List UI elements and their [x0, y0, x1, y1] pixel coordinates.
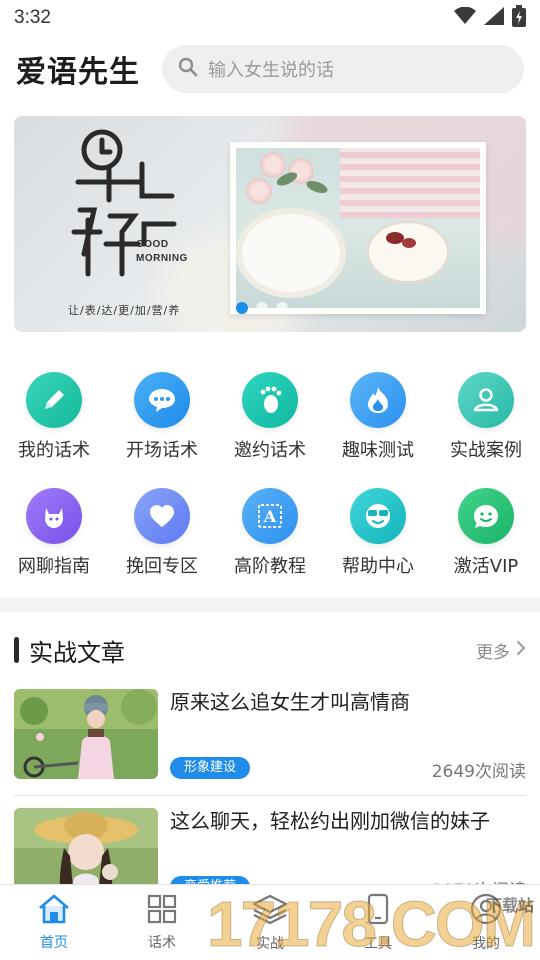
article-item[interactable]: 原来这么追女生才叫高情商 形象建设 2649次阅读 [14, 689, 526, 782]
chat-bubble-icon [134, 372, 190, 428]
nav-home[interactable]: 首页 [0, 894, 108, 952]
nav-scripts[interactable]: 话术 [108, 894, 216, 952]
status-time: 3:32 [14, 7, 51, 28]
section-title: 实战文章 [29, 638, 125, 667]
menu-item-my-scripts[interactable]: 我的话术 [0, 372, 108, 488]
section-header: 实战文章 更多 [0, 630, 540, 670]
bottom-navigation: 首页 话术 实战 工具 我的 [0, 884, 540, 960]
smile-chat-icon [458, 488, 514, 544]
signal-icon [484, 7, 504, 29]
feature-row: 网聊指南 挽回专区 A 高阶教程 帮助中心 激活VIP [0, 488, 540, 604]
nav-practice[interactable]: 实战 [216, 893, 324, 953]
status-icons [454, 5, 526, 31]
phone-icon [366, 893, 390, 929]
user-hand-icon [458, 372, 514, 428]
glasses-face-icon [350, 488, 406, 544]
menu-item-advanced-tutorial[interactable]: A 高阶教程 [216, 488, 324, 604]
menu-item-help-center[interactable]: 帮助中心 [324, 488, 432, 604]
cat-icon [26, 488, 82, 544]
menu-item-activate-vip[interactable]: 激活VIP [432, 488, 540, 604]
search-input[interactable]: 输入女生说的话 [162, 45, 524, 93]
wifi-icon [454, 6, 476, 29]
article-tag: 形象建设 [170, 757, 251, 779]
article-thumbnail [14, 689, 158, 779]
menu-item-real-cases[interactable]: 实战案例 [432, 372, 540, 488]
carousel-dot[interactable] [236, 302, 248, 314]
letter-a-icon: A [242, 488, 298, 544]
footprint-icon [242, 372, 298, 428]
heart-icon [134, 488, 190, 544]
chevron-right-icon [516, 640, 526, 661]
feature-grid: 我的话术 开场话术 邀约话术 趣味测试 实战案例 网聊指南 挽回专区 A 高阶教… [0, 372, 540, 604]
banner-photo [236, 148, 480, 308]
home-icon [37, 894, 71, 928]
menu-item-chat-guide[interactable]: 网聊指南 [0, 488, 108, 604]
grid-icon [147, 894, 177, 928]
app-title: 爱语先生 [16, 55, 140, 90]
article-divider [14, 795, 526, 796]
menu-item-opening-scripts[interactable]: 开场话术 [108, 372, 216, 488]
article-read-count: 2649次阅读 [431, 762, 526, 782]
battery-icon [512, 5, 526, 31]
nav-profile[interactable]: 我的 [432, 893, 540, 953]
layers-icon [252, 893, 288, 929]
banner-caption: 让/表/达/更/加/营/养 [68, 304, 181, 317]
nav-tools[interactable]: 工具 [324, 893, 432, 953]
menu-item-fun-test[interactable]: 趣味测试 [324, 372, 432, 488]
search-placeholder: 输入女生说的话 [208, 60, 334, 81]
section-accent-bar [14, 637, 19, 663]
article-title: 原来这么追女生才叫高情商 [170, 690, 410, 714]
search-icon [178, 57, 198, 81]
header: 爱语先生 输入女生说的话 [0, 44, 540, 94]
feature-row: 我的话术 开场话术 邀约话术 趣味测试 实战案例 [0, 372, 540, 488]
flame-icon [350, 372, 406, 428]
carousel-indicator [236, 302, 288, 314]
banner-english-text: GOOD MORNING [136, 239, 188, 264]
article-title: 这么聊天，轻松约出刚加微信的妹子 [170, 809, 490, 833]
profile-icon [470, 893, 502, 929]
menu-item-invite-scripts[interactable]: 邀约话术 [216, 372, 324, 488]
svg-text:A: A [263, 507, 277, 526]
banner-photo-frame [230, 142, 486, 314]
more-link[interactable]: 更多 [476, 638, 526, 663]
menu-item-win-back[interactable]: 挽回专区 [108, 488, 216, 604]
carousel-dot[interactable] [256, 302, 268, 314]
pencil-icon [26, 372, 82, 428]
status-bar: 3:32 [0, 0, 540, 36]
section-divider [0, 598, 540, 612]
carousel-dot[interactable] [276, 302, 288, 314]
banner-carousel[interactable]: GOOD MORNING 让/表/达/更/加/营/养 [14, 116, 526, 332]
app-screen: 3:32 爱语先生 输入女生说的话 GOOD MORNING 让/表/达/更/加… [0, 0, 540, 960]
